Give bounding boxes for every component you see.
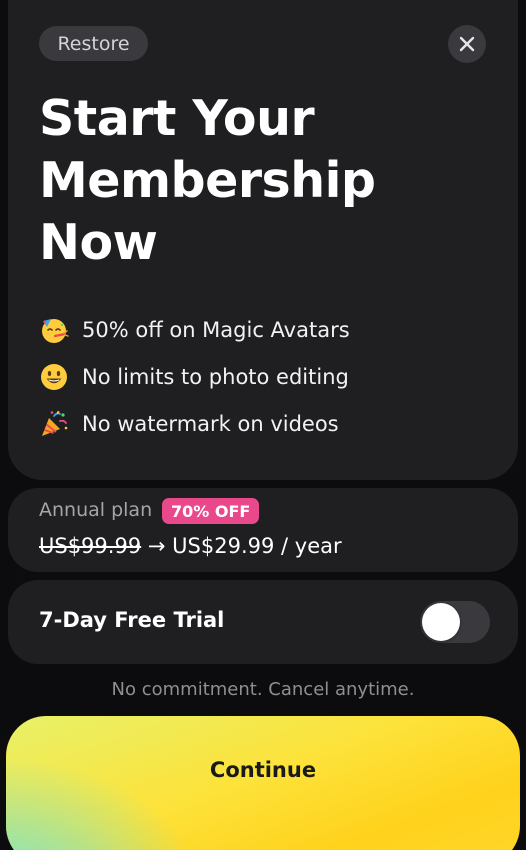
commitment-note: No commitment. Cancel anytime. <box>111 679 415 700</box>
feature-text: No limits to photo editing <box>82 364 349 389</box>
continue-label: Continue <box>209 758 317 782</box>
party-popper-emoji-icon <box>42 410 68 436</box>
feature-text: 50% off on Magic Avatars <box>82 317 350 342</box>
free-trial-label: 7-Day Free Trial <box>39 608 225 632</box>
discount-badge: 70% OFF <box>162 498 260 524</box>
price-arrow: → <box>147 534 166 558</box>
free-trial-toggle[interactable] <box>420 601 490 643</box>
continue-button[interactable]: Continue <box>6 716 520 850</box>
free-trial-card: 7-Day Free Trial <box>8 580 518 664</box>
feature-item: No watermark on videos <box>39 400 479 447</box>
old-price: US$99.99 <box>39 534 142 558</box>
title-line-2: Membership <box>39 152 376 209</box>
plan-name: Annual plan <box>39 499 153 521</box>
feature-list: 50% off on Magic Avatars No limits to ph… <box>39 306 479 447</box>
feature-item: 50% off on Magic Avatars <box>39 306 479 353</box>
annual-plan-card[interactable]: Annual plan 70% OFF US$99.99 → US$29.99 … <box>8 488 518 572</box>
price-line: US$99.99 → US$29.99 / year <box>39 534 342 558</box>
title-line-1: Start Your <box>39 90 315 147</box>
toggle-knob <box>422 603 460 641</box>
page-title: Start Your Membership Now <box>39 88 479 274</box>
paywall-screen: Restore Start Your Membership Now 50% of… <box>0 0 526 850</box>
new-price: US$29.99 / year <box>172 534 342 558</box>
close-button[interactable] <box>448 25 486 63</box>
close-icon <box>459 36 475 52</box>
feature-text: No watermark on videos <box>82 411 339 436</box>
restore-button[interactable]: Restore <box>39 26 148 61</box>
party-face-emoji-icon <box>42 318 69 343</box>
feature-item: No limits to photo editing <box>39 353 479 400</box>
title-line-3: Now <box>39 214 158 271</box>
smiling-face-emoji-icon <box>41 363 67 390</box>
